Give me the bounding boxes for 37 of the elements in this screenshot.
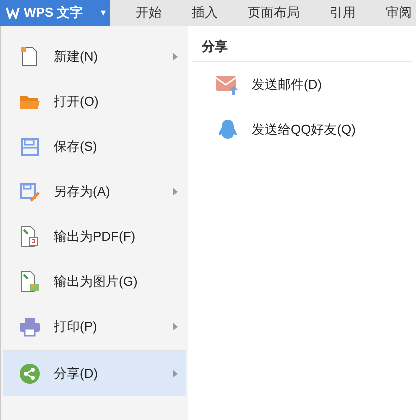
- ribbon-tab[interactable]: 引用: [330, 3, 356, 23]
- menu-label: 输出为图片(G): [54, 272, 139, 291]
- share-option-label: 发送给QQ好友(Q): [252, 120, 356, 139]
- menu-item[interactable]: 分享(D): [3, 351, 186, 396]
- menu-label: 输出为PDF(F): [54, 228, 137, 246]
- menu-item[interactable]: 新建(N): [3, 34, 186, 79]
- menu-label: 分享(D): [54, 364, 100, 383]
- app-menu-button[interactable]: WPS 文字 ▾: [0, 0, 110, 26]
- menu-label: 打开(O): [54, 92, 100, 111]
- menu-item[interactable]: 打开(O): [3, 79, 186, 124]
- logo-icon: [6, 7, 20, 19]
- ribbon-tab[interactable]: 开始: [136, 3, 162, 23]
- menu-item[interactable]: 输出为PDF(F): [3, 214, 186, 259]
- menu-item[interactable]: 打印(P): [3, 304, 186, 349]
- floppy-pencil-icon: [19, 180, 41, 202]
- menu-item[interactable]: 另存为(A): [3, 169, 186, 214]
- ribbon-tab[interactable]: 插入: [192, 3, 218, 23]
- pdf-document-icon: [19, 226, 41, 248]
- printer-icon: [19, 316, 41, 338]
- menu-label: 另存为(A): [54, 182, 112, 201]
- panel-title: 分享: [202, 38, 228, 56]
- menu-item[interactable]: 输出为图片(G): [3, 259, 186, 304]
- share-option[interactable]: 发送给QQ好友(Q): [192, 107, 412, 152]
- share-icon: [19, 362, 41, 384]
- envelope-icon: [216, 74, 240, 96]
- share-option-label: 发送邮件(D): [252, 76, 322, 94]
- caret-icon: ▾: [101, 6, 106, 20]
- app-name: WPS 文字: [24, 4, 84, 22]
- share-option[interactable]: 发送邮件(D): [192, 62, 412, 107]
- menu-label: 打印(P): [54, 318, 98, 336]
- menu-label: 保存(S): [54, 138, 98, 156]
- ribbon-tab[interactable]: 审阅: [386, 3, 412, 23]
- image-document-icon: [19, 270, 41, 292]
- menu-item[interactable]: 保存(S): [3, 124, 186, 169]
- ribbon-tab[interactable]: 页面布局: [248, 3, 300, 23]
- menu-label: 新建(N): [54, 48, 100, 66]
- penguin-icon: [218, 118, 238, 140]
